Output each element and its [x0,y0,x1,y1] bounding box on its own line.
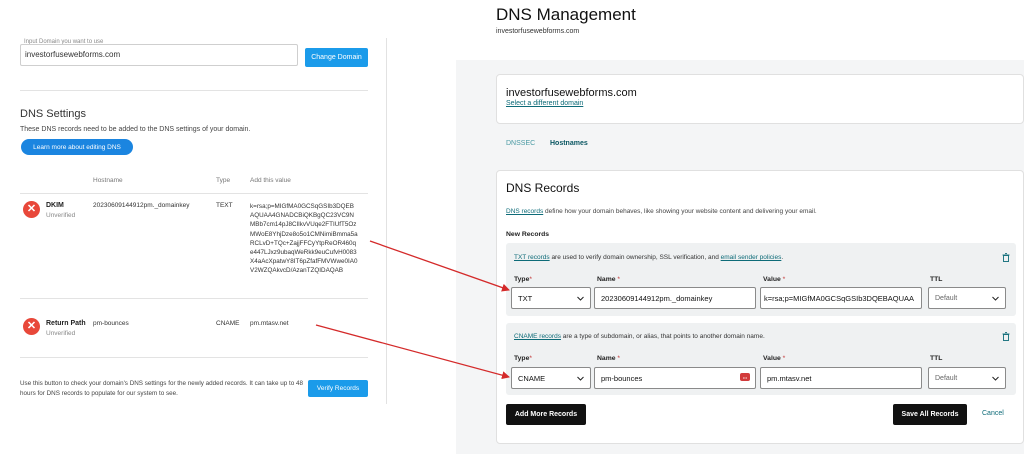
panel-divider [386,38,387,404]
record-status: Unverified [46,212,76,219]
email-sender-policies-link[interactable]: email sender policies [721,254,782,261]
description-text: . [781,254,784,261]
ttl-label: TTL [930,355,943,362]
postmark-dns-panel: Input Domain you want to use investorfus… [0,0,388,454]
txt-records-link[interactable]: TXT records [514,254,550,261]
label-text: Type [514,355,530,362]
record-status: Unverified [46,330,76,337]
value-line: MBb7cm14pJ8CIlkvVUqe2FTIUfT5Oz [250,221,357,229]
chevron-down-icon [577,296,584,301]
dns-records-link[interactable]: DNS records [506,208,543,215]
value-input[interactable]: k=rsa;p=MIGfMA0GCSqGSIb3DQEBAQUAA [760,287,922,309]
chevron-down-icon [577,376,584,381]
type-value: CNAME [518,373,546,383]
divider [20,357,368,358]
cname-record-section: CNAME records are a type of subdomain, o… [506,323,1016,395]
description-text: are used to verify domain ownership, SSL… [549,254,721,261]
type-select[interactable]: CNAME [511,367,591,389]
chevron-down-icon [992,376,999,381]
ttl-value: Default [935,374,958,382]
name-input[interactable]: pm-bounces ••• [594,367,756,389]
label-text: Name [597,355,616,362]
label-text: Value [763,276,781,283]
value-input[interactable]: pm.mtasv.net [760,367,922,389]
domain-input[interactable]: investorfusewebforms.com [20,44,298,66]
unverified-x-icon: ✕ [23,201,40,218]
column-header-type: Type [216,177,231,184]
divider [20,193,368,194]
page-subtitle: investorfusewebforms.com [496,28,580,35]
autofill-badge-icon: ••• [740,373,750,381]
change-domain-button[interactable]: Change Domain [305,48,368,67]
value-line: e447LJxz9ubaqWeRkk9euCufvH0083 [250,249,357,257]
dns-settings-title: DNS Settings [20,108,87,120]
name-label: Name * [597,355,621,362]
verify-records-button[interactable]: Verify Records [308,380,368,397]
chevron-down-icon [992,296,999,301]
dns-records-description: DNS records define how your domain behav… [506,208,817,215]
value-line: k=rsa;p=MIGfMA0GCSqGSIb3DQEB [250,203,354,210]
label-text: Value [763,355,781,362]
name-label: Name * [597,276,621,283]
description-text: define how your domain behaves, like sho… [543,208,817,215]
domain-card [496,74,1024,124]
learn-more-dns-button[interactable]: Learn more about editing DNS [21,139,133,155]
value-line: AQUAA4GNADCBiQKBgQC23VC9N [250,212,354,220]
add-more-records-button[interactable]: Add More Records [506,404,586,425]
record-type: CNAME [216,320,240,327]
page-title: DNS Management [496,5,636,24]
txt-record-section: TXT records are used to verify domain ow… [506,243,1016,316]
ttl-select[interactable]: Default [928,367,1006,389]
record-name-return-path: Return Path [46,320,86,327]
dns-settings-description: These DNS records need to be added to th… [20,126,251,133]
value-line: RCLvD+TQc+ZajjFFCyYtpReOR460q [250,239,357,247]
type-value: TXT [518,293,533,303]
txt-section-description: TXT records are used to verify domain ow… [514,254,783,261]
description-text: are a type of subdomain, or alias, that … [560,333,765,340]
save-all-records-button[interactable]: Save All Records [893,404,967,425]
domain-name: investorfusewebforms.com [506,87,637,99]
dkim-value[interactable]: k=rsa;p=MIGfMA0GCSqGSIb3DQEB AQUAA4GNADC… [250,202,368,276]
value-line: V2WZQAkvcD/AzanTZQIDAQAB [250,267,344,275]
unverified-x-icon: ✕ [23,318,40,335]
type-label: Type* [514,276,533,283]
select-different-domain-link[interactable]: Select a different domain [506,100,583,107]
tab-dnssec[interactable]: DNSSEC [506,140,535,147]
value-line: MWoE8YhjDze8o5o1CMNimiBmma5a [250,230,358,238]
trash-icon[interactable] [1002,332,1010,341]
record-type: TEXT [216,202,233,209]
value-line: X4aAcXpatwY8IT6pZfafFMVWwe0IA0 [250,258,358,266]
record-hostname: 20230609144912pm._domainkey [93,202,190,209]
record-hostname: pm-bounces [93,320,129,327]
cname-records-link[interactable]: CNAME records [514,333,561,340]
name-input[interactable]: 20230609144912pm._domainkey [594,287,756,309]
cancel-button[interactable]: Cancel [982,410,1004,417]
tab-hostnames[interactable]: Hostnames [550,140,588,147]
divider [20,90,368,91]
divider [20,298,368,299]
column-header-value: Add this value [250,177,291,184]
ttl-select[interactable]: Default [928,287,1006,309]
label-text: Name [597,276,616,283]
value-label: Value * [763,276,786,283]
type-select[interactable]: TXT [511,287,591,309]
trash-icon[interactable] [1002,253,1010,262]
record-name-dkim: DKIM [46,202,64,209]
new-records-label: New Records [506,231,550,238]
ttl-value: Default [935,294,958,302]
label-text: Type [514,276,530,283]
type-label: Type* [514,355,533,362]
cname-section-description: CNAME records are a type of subdomain, o… [514,333,765,340]
name-value: pm-bounces [601,373,643,383]
dns-records-title: DNS Records [506,181,580,195]
record-value[interactable]: pm.mtasv.net [250,320,289,327]
column-header-hostname: Hostname [93,177,123,184]
verify-description: Use this button to check your domain's D… [20,380,303,397]
ttl-label: TTL [930,276,943,283]
value-label: Value * [763,355,786,362]
